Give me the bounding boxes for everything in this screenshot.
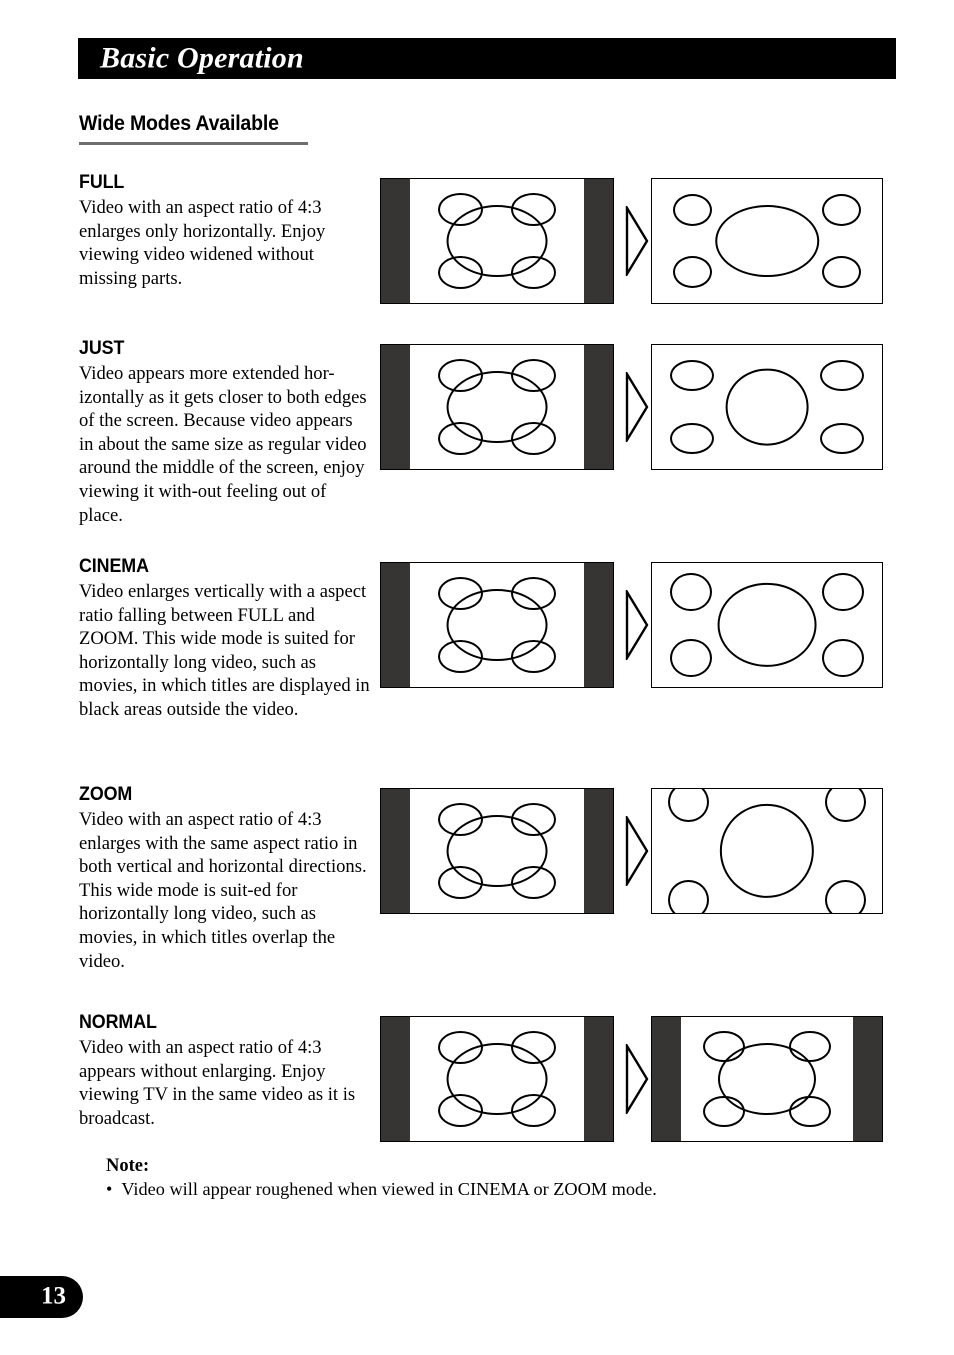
mode-block-normal: NORMAL Video with an aspect ratio of 4:3…: [79, 1012, 371, 1130]
page-title: Basic Operation: [100, 40, 304, 74]
source-video-area: [410, 179, 584, 303]
bullet-icon: •: [106, 1179, 113, 1199]
note-block: Note: • Video will appear roughened when…: [106, 1156, 657, 1201]
mode-title-full: FULL: [79, 172, 125, 193]
source-screen-zoom: [380, 788, 614, 914]
center-ellipse: [715, 205, 819, 277]
source-screen-just: [380, 344, 614, 470]
mode-description-normal: Video with an aspect ratio of 4:3 appear…: [79, 1037, 356, 1129]
section-heading-underline: [79, 142, 308, 145]
pillarbox-bar-right: [584, 1017, 613, 1141]
pillarbox-bar-left: [381, 563, 410, 687]
pillarbox-bar-right: [853, 1017, 882, 1141]
pillarbox-bar-left: [652, 1017, 681, 1141]
corner-ellipse-top-right: [819, 359, 864, 391]
corner-ellipse-bottom-left: [670, 638, 712, 678]
center-circle: [717, 1043, 817, 1115]
pillarbox-bar-right: [584, 789, 613, 913]
section-heading: Wide Modes Available: [79, 112, 279, 135]
page-number-pill: 13: [0, 1276, 83, 1318]
center-circle: [446, 1043, 548, 1115]
corner-ellipse-top-left: [670, 359, 715, 391]
corner-ellipse-top-right: [822, 572, 864, 612]
pillarbox-bar-left: [381, 789, 410, 913]
note-list-item: • Video will appear roughened when viewe…: [106, 1178, 657, 1201]
center-circle: [446, 205, 548, 277]
page-number: 13: [41, 1282, 66, 1310]
corner-ellipse-top-left: [672, 193, 712, 227]
corner-ellipse-bottom-right: [822, 638, 864, 678]
result-screen-normal: [651, 1016, 883, 1142]
source-screen-normal: [380, 1016, 614, 1142]
mode-title-just: JUST: [79, 338, 125, 359]
mode-title-cinema: CINEMA: [79, 556, 149, 577]
pillarbox-bar-right: [584, 563, 613, 687]
corner-circle-cropped-bottom-right: [824, 879, 866, 913]
source-video-area: [410, 563, 584, 687]
pillarbox-bar-left: [381, 179, 410, 303]
corner-ellipse-top-left: [670, 572, 712, 612]
result-screen-cinema: [651, 562, 883, 688]
result-video-area: [652, 789, 882, 913]
result-video-area: [681, 1017, 853, 1141]
pillarbox-bar-right: [584, 345, 613, 469]
pillarbox-bar-left: [381, 345, 410, 469]
note-text: Video will appear roughened when viewed …: [121, 1179, 657, 1199]
source-screen-cinema: [380, 562, 614, 688]
mode-block-zoom: ZOOM Video with an aspect ratio of 4:3 e…: [79, 784, 371, 973]
source-video-area: [410, 1017, 584, 1141]
mode-block-cinema: CINEMA Video enlarges vertically with a …: [79, 556, 371, 722]
corner-circle-cropped-bottom-left: [668, 879, 710, 913]
result-screen-full: [651, 178, 883, 304]
corner-circle-cropped-top-left: [668, 789, 710, 823]
corner-circle-cropped-top-right: [824, 789, 866, 823]
center-ellipse: [717, 582, 817, 668]
center-circle: [446, 371, 548, 443]
result-screen-zoom: [651, 788, 883, 914]
mode-title-zoom: ZOOM: [79, 784, 133, 805]
pillarbox-bar-left: [381, 1017, 410, 1141]
result-video-area: [652, 179, 882, 303]
center-circle-enlarged: [719, 803, 815, 899]
center-circle: [446, 589, 548, 661]
pillarbox-bar-right: [584, 179, 613, 303]
note-title: Note:: [106, 1156, 150, 1176]
source-screen-full: [380, 178, 614, 304]
result-screen-just: [651, 344, 883, 470]
center-circle: [446, 815, 548, 887]
corner-ellipse-top-right: [822, 193, 862, 227]
mode-block-full: FULL Video with an aspect ratio of 4:3 e…: [79, 172, 371, 290]
mode-block-just: JUST Video appears more extended hor-izo…: [79, 338, 371, 527]
mode-description-just: Video appears more extended hor-izontall…: [79, 363, 367, 526]
page-header-bar: Basic Operation: [78, 38, 896, 79]
mode-description-full: Video with an aspect ratio of 4:3 enlarg…: [79, 197, 326, 289]
result-video-area: [652, 345, 882, 469]
corner-ellipse-bottom-right: [819, 423, 864, 455]
center-ellipse: [725, 368, 809, 446]
corner-ellipse-bottom-left: [670, 423, 715, 455]
source-video-area: [410, 345, 584, 469]
source-video-area: [410, 789, 584, 913]
corner-ellipse-bottom-left: [672, 255, 712, 289]
corner-ellipse-bottom-right: [822, 255, 862, 289]
result-video-area: [652, 563, 882, 687]
mode-title-normal: NORMAL: [79, 1012, 157, 1033]
mode-description-cinema: Video enlarges vertically with a aspect …: [79, 581, 370, 720]
mode-description-zoom: Video with an aspect ratio of 4:3 enlarg…: [79, 809, 367, 972]
